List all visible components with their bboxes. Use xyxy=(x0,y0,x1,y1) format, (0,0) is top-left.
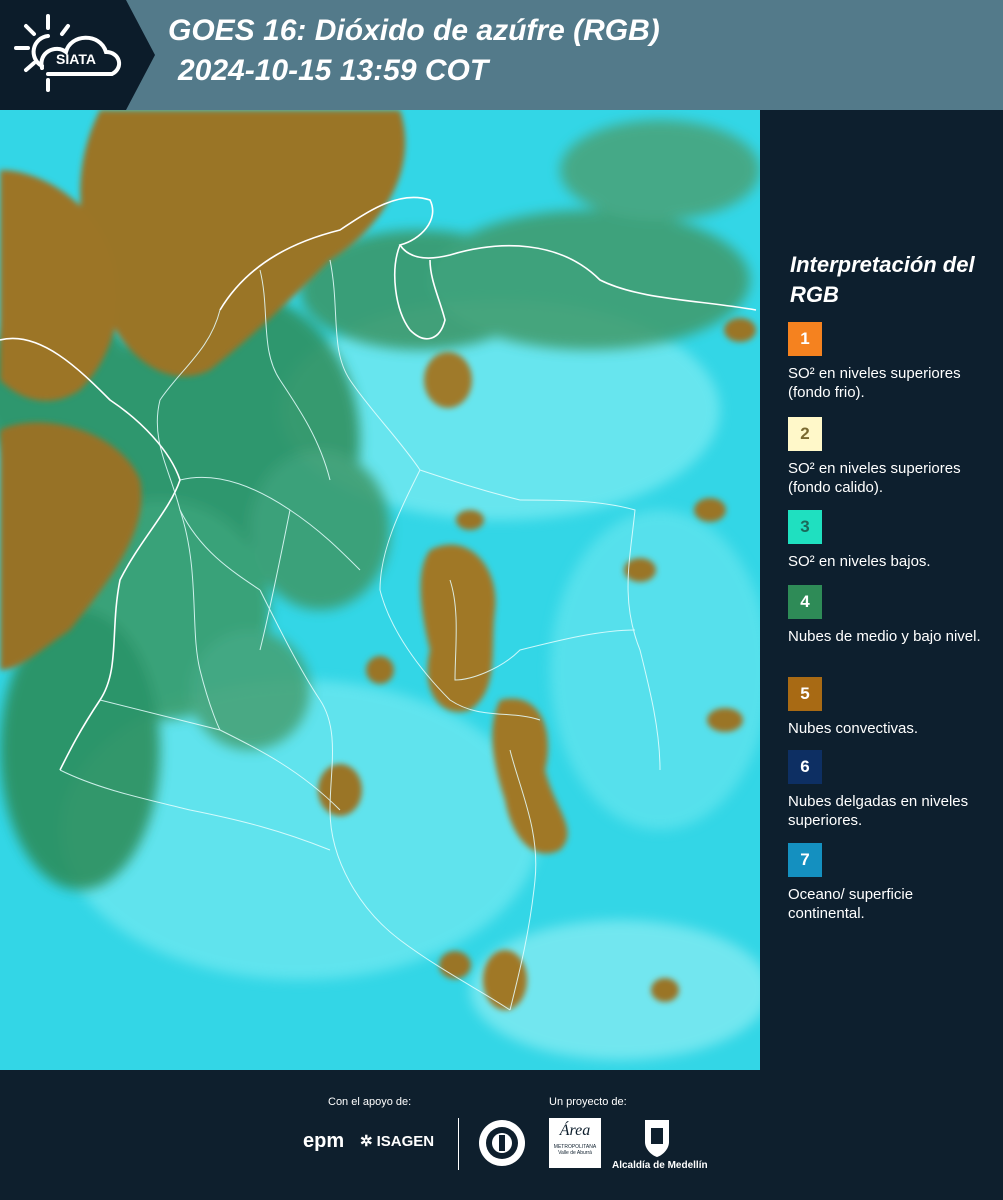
alcaldia-shield-icon xyxy=(645,1120,669,1157)
legend-item-1: 1 SO² en niveles superiores (fondo frio)… xyxy=(788,322,993,402)
legend-label-1: SO² en niveles superiores (fondo frio). xyxy=(788,365,961,401)
legend-item-2: 2 SO² en niveles superiores (fondo calid… xyxy=(788,417,993,497)
area-logo-sub2: Valle de Aburrá xyxy=(558,1150,592,1156)
epm-logo: epm xyxy=(303,1130,345,1152)
legend-swatch-5: 5 xyxy=(788,677,822,711)
legend-label-3: SO² en niveles bajos. xyxy=(788,553,931,570)
header: SIATA GOES 16: Dióxido de azúfre (RGB) 2… xyxy=(0,0,1003,110)
page-title: GOES 16: Dióxido de azúfre (RGB) xyxy=(168,14,660,47)
legend-panel: Interpretación del RGB 1 SO² en niveles … xyxy=(760,110,1003,1070)
legend-label-4: Nubes de medio y bajo nivel. xyxy=(788,628,981,645)
legend-swatch-6: 6 xyxy=(788,750,822,784)
legend-item-7: 7 Oceano/ superficie continental. xyxy=(788,843,993,923)
support-label: Con el apoyo de: xyxy=(328,1096,412,1108)
isagen-icon: ✲ xyxy=(360,1133,373,1150)
medellin-seal-icon xyxy=(479,1120,525,1166)
isagen-text: ISAGEN xyxy=(376,1132,435,1150)
timestamp: 2024-10-15 13:59 COT xyxy=(178,54,489,87)
logo-text: SIATA xyxy=(56,51,96,67)
project-label: Un proyecto de: xyxy=(549,1096,627,1108)
legend-label-5: Nubes convectivas. xyxy=(788,720,919,737)
isagen-logo: ✲ ISAGEN xyxy=(360,1132,435,1151)
area-metropolitana-logo: Área METROPOLITANA Valle de Aburrá xyxy=(549,1118,601,1168)
legend-item-6: 6 Nubes delgadas en niveles superiores. xyxy=(788,750,993,830)
satellite-map[interactable] xyxy=(0,110,760,1070)
legend-title: Interpretación del RGB xyxy=(790,252,975,307)
footer: Con el apoyo de: Un proyecto de: epm ✲ I… xyxy=(0,1070,1003,1200)
legend-label-2: SO² en niveles superiores (fondo calido)… xyxy=(788,460,961,496)
legend-item-4: 4 Nubes de medio y bajo nivel. xyxy=(788,585,993,646)
legend-swatch-2: 2 xyxy=(788,417,822,451)
siata-logo: SIATA xyxy=(14,14,122,92)
legend-swatch-3: 3 xyxy=(788,510,822,544)
legend-item-5: 5 Nubes convectivas. xyxy=(788,677,993,738)
legend-swatch-7: 7 xyxy=(788,843,822,877)
alcaldia-label: Alcaldía de Medellín xyxy=(612,1160,708,1171)
legend-label-6: Nubes delgadas en niveles superiores. xyxy=(788,793,969,829)
area-logo-text: Área xyxy=(559,1122,591,1139)
legend-label-7: Oceano/ superficie continental. xyxy=(788,886,914,922)
legend-swatch-4: 4 xyxy=(788,585,822,619)
legend-swatch-1: 1 xyxy=(788,322,822,356)
legend-item-3: 3 SO² en niveles bajos. xyxy=(788,510,993,571)
footer-divider xyxy=(458,1118,459,1170)
